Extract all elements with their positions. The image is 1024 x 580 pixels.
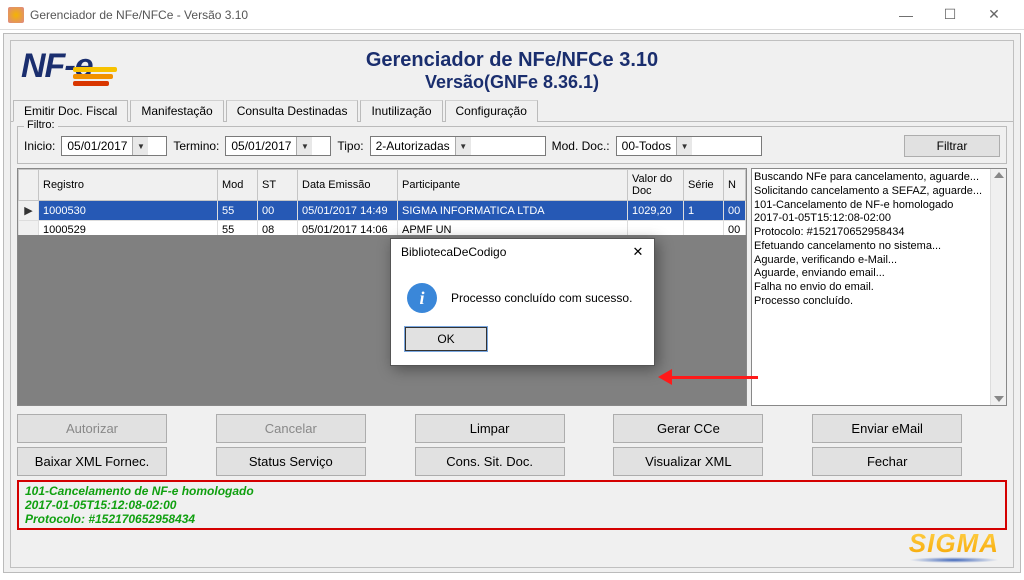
tab-inutilizacao[interactable]: Inutilização [360,100,442,122]
annotation-arrow [658,369,758,385]
moddoc-label: Mod. Doc.: [552,139,610,153]
log-line: 101-Cancelamento de NF-e homologado [754,199,988,213]
tipo-label: Tipo: [337,139,363,153]
inicio-label: Inicio: [24,139,55,153]
log-line: Protocolo: #152170652958434 [754,226,988,240]
chevron-down-icon: ▼ [296,137,312,155]
status-line: 2017-01-05T15:12:08-02:00 [25,498,999,512]
ok-button[interactable]: OK [405,327,487,351]
log-line: Processo concluído. [754,295,988,309]
inicio-date[interactable]: 05/01/2017▼ [61,136,167,156]
termino-date[interactable]: 05/01/2017▼ [225,136,331,156]
dialog-close-button[interactable]: ✕ [628,244,648,260]
log-line: Aguarde, verificando e-Mail... [754,254,988,268]
col-valor[interactable]: Valor do Doc [628,170,684,201]
col-data[interactable]: Data Emissão [298,170,398,201]
status-servico-button[interactable]: Status Serviço [216,447,366,476]
maximize-button[interactable]: ☐ [928,1,972,29]
tab-configuracao[interactable]: Configuração [445,100,538,122]
app-subtitle: Versão(GNFe 8.36.1) [11,72,1013,93]
sigma-logo: SIGMA [909,528,999,559]
nfe-logo: NF-e [21,47,93,86]
col-serie[interactable]: Série [684,170,724,201]
col-mod[interactable]: Mod [218,170,258,201]
fechar-button[interactable]: Fechar [812,447,962,476]
tab-manifestacao[interactable]: Manifestação [130,100,223,122]
dialog-title: BibliotecaDeCodigo [401,245,628,259]
tipo-select[interactable]: 2-Autorizadas▼ [370,136,546,156]
log-line: Efetuando cancelamento no sistema... [754,240,988,254]
visualizar-xml-button[interactable]: Visualizar XML [613,447,763,476]
info-icon: i [407,283,437,313]
row-indicator-icon: ▶ [19,201,39,221]
col-st[interactable]: ST [258,170,298,201]
limpar-button[interactable]: Limpar [415,414,565,443]
filtrar-button[interactable]: Filtrar [904,135,1000,157]
log-line: Aguarde, enviando email... [754,267,988,281]
col-registro[interactable]: Registro [39,170,218,201]
chevron-down-icon: ▼ [676,137,692,155]
chevron-down-icon: ▼ [132,137,148,155]
titlebar: Gerenciador de NFe/NFCe - Versão 3.10 — … [0,0,1024,30]
window-title: Gerenciador de NFe/NFCe - Versão 3.10 [30,8,884,22]
table-row[interactable]: ▶ 10005305500 05/01/2017 14:49SIGMA INFO… [19,201,746,221]
scrollbar[interactable] [990,169,1006,405]
autorizar-button[interactable]: Autorizar [17,414,167,443]
baixar-xml-button[interactable]: Baixar XML Fornec. [17,447,167,476]
enviar-email-button[interactable]: Enviar eMail [812,414,962,443]
filter-legend: Filtro: [24,119,58,131]
status-box: 101-Cancelamento de NF-e homologado 2017… [17,480,1007,530]
status-line: 101-Cancelamento de NF-e homologado [25,484,999,498]
message-dialog: BibliotecaDeCodigo ✕ i Processo concluíd… [390,238,655,366]
status-line: Protocolo: #152170652958434 [25,512,999,526]
log-line: Solicitando cancelamento a SEFAZ, aguard… [754,185,988,199]
tab-consulta[interactable]: Consulta Destinadas [226,100,359,122]
tab-strip: Emitir Doc. Fiscal Manifestação Consulta… [11,99,1013,122]
log-panel[interactable]: Buscando NFe para cancelamento, aguarde.… [751,168,1007,406]
log-line: 2017-01-05T15:12:08-02:00 [754,212,988,226]
termino-label: Termino: [173,139,219,153]
dialog-message: Processo concluído com sucesso. [451,291,632,305]
app-icon [8,7,24,23]
cons-sit-doc-button[interactable]: Cons. Sit. Doc. [415,447,565,476]
filter-groupbox: Filtro: Inicio: 05/01/2017▼ Termino: 05/… [17,126,1007,164]
log-line: Buscando NFe para cancelamento, aguarde.… [754,171,988,185]
chevron-down-icon: ▼ [455,137,471,155]
moddoc-select[interactable]: 00-Todos▼ [616,136,762,156]
close-button[interactable]: ✕ [972,1,1016,29]
log-line: Falha no envio do email. [754,281,988,295]
col-n[interactable]: N [724,170,746,201]
minimize-button[interactable]: — [884,1,928,29]
app-title: Gerenciador de NFe/NFCe 3.10 [11,49,1013,72]
cancelar-button[interactable]: Cancelar [216,414,366,443]
gerar-cce-button[interactable]: Gerar CCe [613,414,763,443]
col-participante[interactable]: Participante [398,170,628,201]
